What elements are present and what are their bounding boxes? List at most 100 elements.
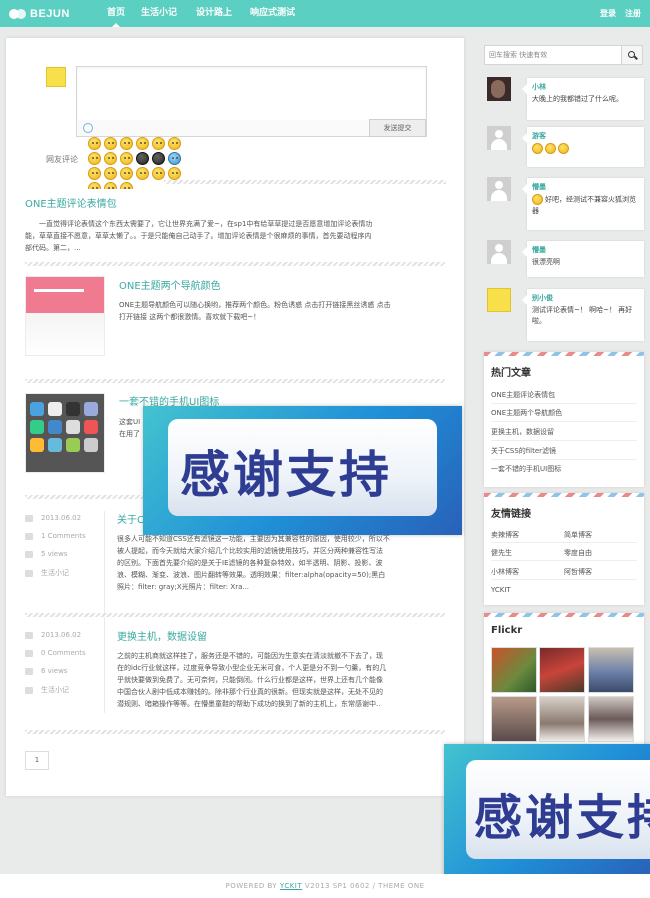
thumbnail-line xyxy=(34,289,84,292)
register-link[interactable]: 注册 xyxy=(625,0,641,27)
recent-comment[interactable]: 小林 大晚上的我都错过了什么呢。 xyxy=(522,78,644,120)
post-views: 5 views xyxy=(25,550,67,558)
post-excerpt: 之前的主机商就这样挂了，服务还是不错的，可能因为生意实在清淡就撤不下去了，现 在… xyxy=(117,652,387,708)
friend-link[interactable]: 阿哲博客 xyxy=(564,567,592,577)
avatar[interactable] xyxy=(487,177,511,201)
emoji-icon[interactable] xyxy=(168,137,181,150)
nav-design[interactable]: 设计路上 xyxy=(196,0,232,27)
post-title[interactable]: 更换主机，数据设留 xyxy=(117,628,207,643)
emoji-icon[interactable] xyxy=(136,152,149,165)
emoji-icon[interactable] xyxy=(104,167,117,180)
emoji-icon[interactable] xyxy=(136,137,149,150)
comment-icon xyxy=(25,532,33,540)
avatar[interactable] xyxy=(487,240,511,264)
pagination-page-1[interactable]: 1 xyxy=(25,751,49,770)
avatar[interactable] xyxy=(487,126,511,150)
friend-link[interactable]: YCKIT xyxy=(491,586,511,594)
recent-comment[interactable]: 游客 xyxy=(522,127,644,167)
emoji-icon[interactable] xyxy=(120,137,133,150)
hot-posts-widget: 热门文章 ONE主题评论表情包 ONE主题两个导航颜色 更换主机，数据设留 关于… xyxy=(484,352,644,487)
emoji-icon[interactable] xyxy=(104,182,117,189)
airmail-border xyxy=(484,352,644,356)
recent-comment[interactable]: 懵墨 好吧，经测试不兼容火狐浏览器 xyxy=(522,178,644,230)
hot-post-link[interactable]: 一套不错的手机UI图标 xyxy=(491,464,561,474)
emoji-icon[interactable] xyxy=(152,167,165,180)
hot-post-link[interactable]: ONE主题两个导航颜色 xyxy=(491,408,562,418)
logo-dot-icon xyxy=(16,9,26,19)
emoji-icon[interactable] xyxy=(88,137,101,150)
flickr-photo[interactable] xyxy=(539,696,585,742)
post-comments[interactable]: 1 Comments xyxy=(25,532,86,540)
nav-home[interactable]: 首页 xyxy=(107,0,125,27)
emoji-icon[interactable] xyxy=(152,137,165,150)
friend-link[interactable]: 健先生 xyxy=(491,548,512,558)
comment-icon xyxy=(25,649,33,657)
top-navbar: BEJUN 首页 生活小记 设计路上 响应式测试 登录 注册 xyxy=(0,0,650,27)
recent-comment[interactable]: 懵墨 很漂亮啊 xyxy=(522,241,644,277)
post-category[interactable]: 生活小记 xyxy=(25,685,69,695)
thanks-banner: 感谢支持 xyxy=(444,744,650,881)
emoji-icon[interactable] xyxy=(104,152,117,165)
flickr-photo[interactable] xyxy=(491,696,537,742)
friend-link[interactable]: 简单博客 xyxy=(564,530,592,540)
flickr-photo[interactable] xyxy=(539,647,585,693)
post-thumbnail[interactable] xyxy=(25,393,105,473)
widget-title: 友情链接 xyxy=(491,509,531,520)
friend-link[interactable]: 卖辣博客 xyxy=(491,530,519,540)
flickr-photo[interactable] xyxy=(588,647,634,693)
post-category[interactable]: 生活小记 xyxy=(25,568,69,578)
flickr-photo[interactable] xyxy=(491,647,537,693)
footer-yckit-link[interactable]: YCKIT xyxy=(280,882,302,890)
divider xyxy=(491,403,637,404)
emoji-icon[interactable] xyxy=(136,167,149,180)
post-title[interactable]: ONE主题两个导航颜色 xyxy=(119,277,221,292)
emoji-icon[interactable] xyxy=(104,137,117,150)
emoji-toggle-icon[interactable] xyxy=(83,123,93,133)
emoji-icon xyxy=(532,143,543,154)
divider xyxy=(491,579,637,580)
divider xyxy=(25,613,445,617)
nav-responsive[interactable]: 响应式测试 xyxy=(250,0,295,27)
post-title[interactable]: ONE主题评论表情包 xyxy=(25,195,117,210)
hot-post-link[interactable]: 关于CSS的filter滤镜 xyxy=(491,446,556,456)
thanks-banner: 感谢支持 xyxy=(143,406,462,535)
flickr-photo[interactable] xyxy=(588,696,634,742)
post-date: 2013.06.02 xyxy=(25,631,81,639)
hot-post-link[interactable]: ONE主题评论表情包 xyxy=(491,390,555,400)
friend-links-widget: 友情链接 卖辣博客 简单博客 健先生 零度自由 小林博客 阿哲博客 YCKIT xyxy=(484,493,644,605)
footer-powered: POWERED BY xyxy=(225,882,278,890)
emoji-icon[interactable] xyxy=(120,167,133,180)
post-thumbnail[interactable] xyxy=(25,276,105,356)
thanks-text: 感谢支持 xyxy=(180,445,392,504)
divider xyxy=(491,542,637,543)
emoji-icon[interactable] xyxy=(88,152,101,165)
search-button[interactable] xyxy=(621,45,643,65)
comment-textarea[interactable] xyxy=(76,66,427,121)
emoji-icon[interactable] xyxy=(88,182,101,189)
friend-link[interactable]: 小林博客 xyxy=(491,567,519,577)
emoji-icon[interactable] xyxy=(88,167,101,180)
divider xyxy=(491,459,637,460)
avatar[interactable] xyxy=(487,288,511,312)
nav-life[interactable]: 生活小记 xyxy=(141,0,177,27)
recent-comment[interactable]: 别小俊 测试评论表情~！ 啊哈~！ 再好啦。 xyxy=(522,289,644,341)
emoji-icon[interactable] xyxy=(152,152,165,165)
emoji-icon[interactable] xyxy=(168,167,181,180)
emoji-icon[interactable] xyxy=(120,182,133,189)
hot-post-link[interactable]: 更换主机，数据设留 xyxy=(491,427,554,437)
emoji-icon[interactable] xyxy=(168,152,181,165)
divider xyxy=(164,180,446,184)
thumbnail-body xyxy=(26,313,104,355)
comment-toolbar: 发送提交 xyxy=(76,119,427,137)
eye-icon xyxy=(25,550,33,558)
post-comments[interactable]: 0 Comments xyxy=(25,649,86,657)
emoji-icon[interactable] xyxy=(120,152,133,165)
search-input[interactable]: 回车搜索 快速有效 xyxy=(484,45,622,65)
thanks-text: 感谢支持 xyxy=(474,790,650,846)
avatar[interactable] xyxy=(487,77,511,101)
site-logo[interactable]: BEJUN xyxy=(9,6,70,22)
login-link[interactable]: 登录 xyxy=(600,0,616,27)
friend-link[interactable]: 零度自由 xyxy=(564,548,592,558)
submit-comment-button[interactable]: 发送提交 xyxy=(369,119,426,137)
post-excerpt: ONE主题导航颜色可以随心换哟，推荐两个颜色。粉色诱惑 点击打开链接黑丝诱惑 点… xyxy=(119,301,391,321)
